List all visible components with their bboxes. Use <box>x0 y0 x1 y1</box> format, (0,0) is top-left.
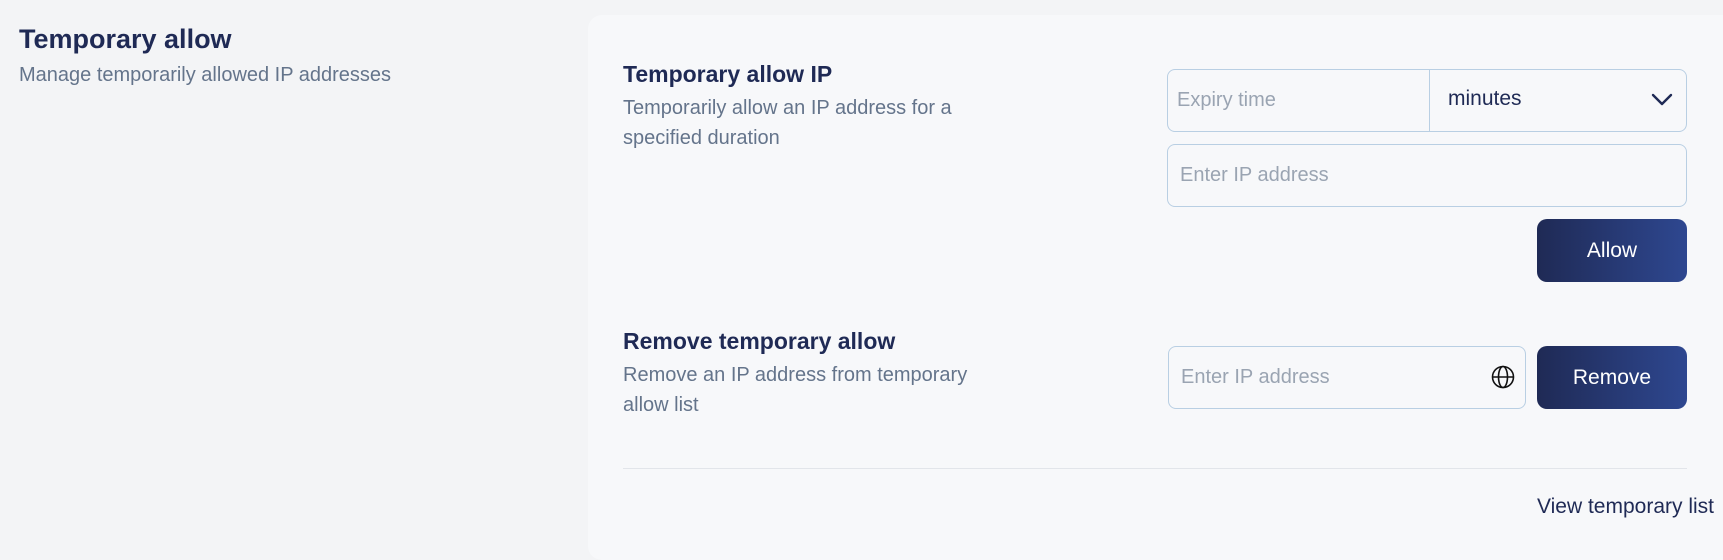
allow-ip-input[interactable] <box>1168 145 1686 206</box>
unit-select[interactable]: minutes <box>1430 70 1686 131</box>
view-temporary-list-link[interactable]: View temporary list <box>1537 495 1714 519</box>
expiry-time-input[interactable] <box>1168 70 1429 131</box>
section-divider <box>623 468 1687 469</box>
unit-select-value: minutes <box>1448 87 1522 110</box>
remove-section-title: Remove temporary allow <box>623 328 896 354</box>
chevron-down-icon <box>1651 93 1673 106</box>
allow-section-description: Temporarily allow an IP address for a sp… <box>623 97 952 149</box>
remove-button[interactable]: Remove <box>1537 346 1687 409</box>
allow-button[interactable]: Allow <box>1537 219 1687 282</box>
remove-section-description: Remove an IP address from temporary allo… <box>623 364 968 416</box>
settings-card: Temporary allow IP Temporarily allow an … <box>588 15 1723 560</box>
page-title: Temporary allow <box>19 24 232 54</box>
globe-icon <box>1491 365 1515 389</box>
allow-section-title: Temporary allow IP <box>623 61 833 87</box>
allow-ip-field <box>1167 144 1687 207</box>
expiry-unit-group: minutes <box>1167 69 1687 132</box>
remove-ip-input[interactable] <box>1169 347 1525 408</box>
page-subtitle: Manage temporarily allowed IP addresses <box>19 64 392 86</box>
remove-ip-field <box>1168 346 1526 409</box>
